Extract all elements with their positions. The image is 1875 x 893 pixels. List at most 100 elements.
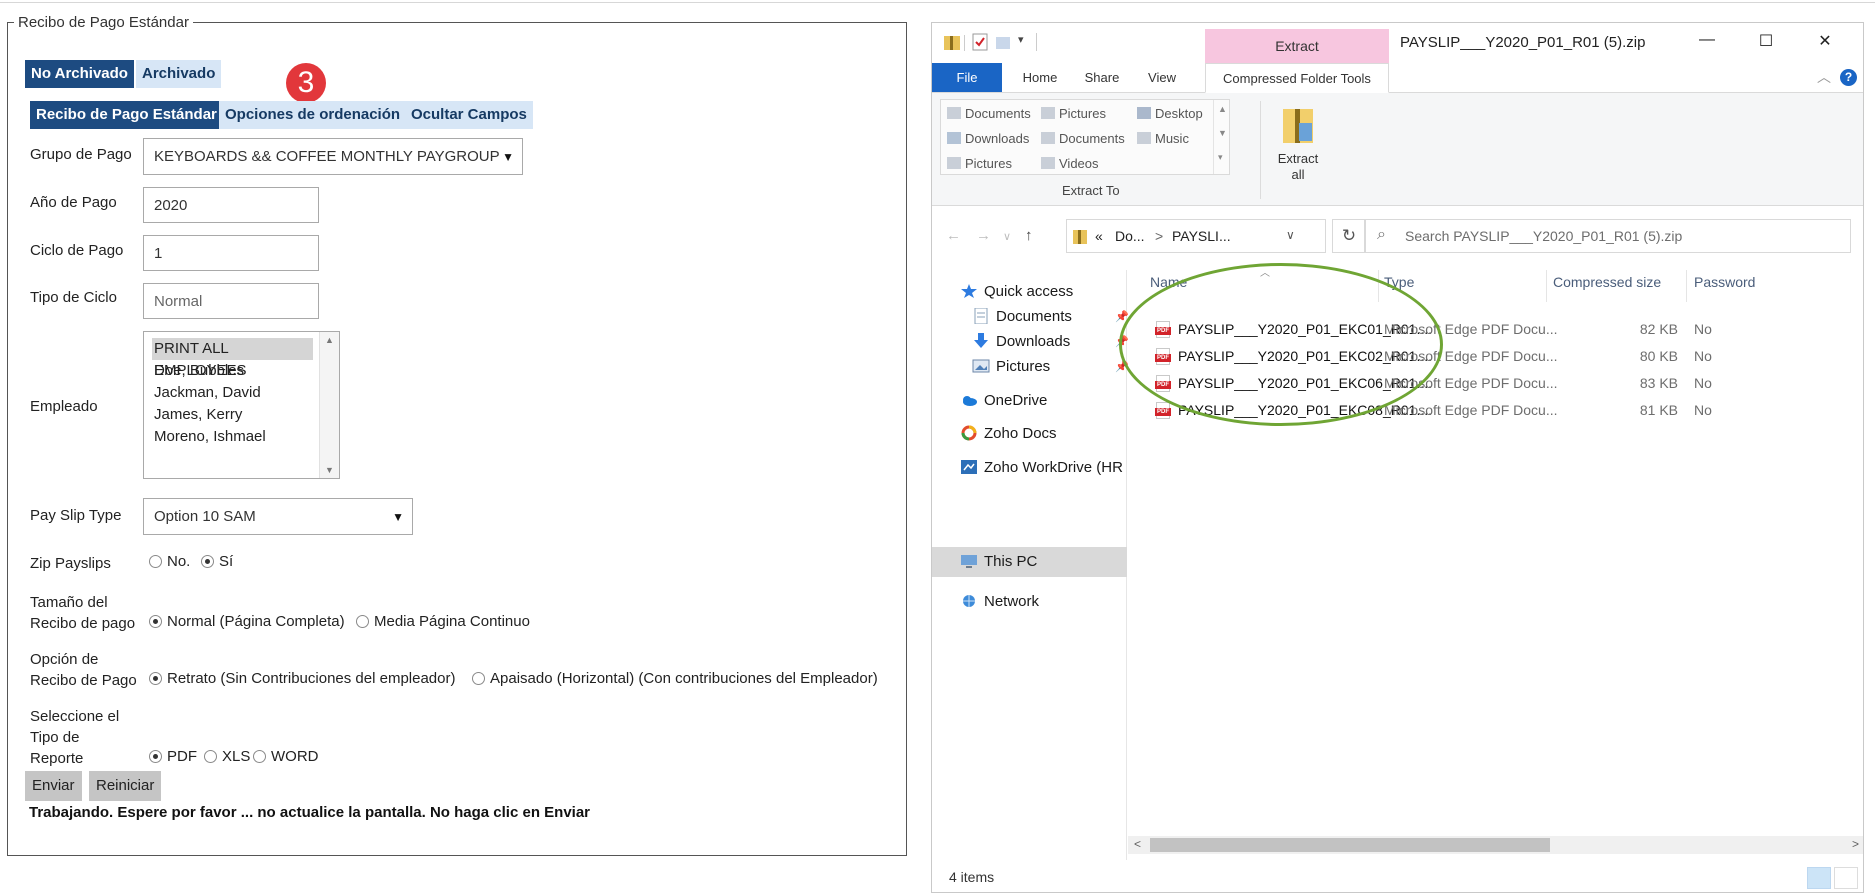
tab-archivado[interactable]: Archivado (136, 60, 222, 88)
file-password: No (1694, 321, 1712, 337)
nav-network[interactable]: Network (960, 590, 1039, 614)
option-landscape-radio[interactable]: Apaisado (Horizontal) (Con contribucione… (472, 670, 878, 687)
tab-ocultar-campos[interactable]: Ocultar Campos (405, 101, 533, 129)
option-portrait-radio[interactable]: Retrato (Sin Contribuciones del empleado… (149, 670, 455, 687)
maximize-icon[interactable]: ☐ (1756, 31, 1776, 51)
payslip-form: Recibo de Pago Estándar No Archivado Arc… (7, 14, 907, 856)
scroll-thumb[interactable] (1150, 838, 1550, 852)
refresh-icon[interactable]: ↻ (1332, 219, 1366, 253)
zip-no-radio[interactable]: No. (149, 553, 190, 570)
report-xls-radio[interactable]: XLS (204, 748, 250, 765)
new-folder-icon[interactable] (995, 33, 1011, 51)
column-password[interactable]: Password (1694, 274, 1755, 290)
download-arrow-icon (972, 333, 990, 349)
collapse-ribbon-icon[interactable]: ︿ (1817, 67, 1831, 87)
pay-year-input[interactable]: 2020 (143, 187, 319, 223)
address-bar[interactable]: « Do... > PAYSLI... ∨ (1066, 219, 1326, 253)
pay-cycle-input[interactable]: 1 (143, 235, 319, 271)
scroll-up-icon: ▲ (325, 335, 334, 345)
nav-quick-access[interactable]: Quick access (960, 280, 1073, 304)
extract-to-gallery: Documents Pictures Desktop Downloads Doc… (940, 99, 1230, 175)
employee-option[interactable]: James, Kerry (152, 404, 313, 426)
cycle-type-input[interactable]: Normal (143, 283, 319, 319)
file-password: No (1694, 348, 1712, 364)
up-arrow-icon[interactable]: ↑ (1025, 227, 1033, 244)
address-overflow[interactable]: « (1095, 228, 1103, 244)
tab-file[interactable]: File (932, 63, 1002, 92)
gallery-item-documents[interactable]: Documents (947, 106, 1031, 121)
tab-compressed-folder-tools[interactable]: Compressed Folder Tools (1205, 63, 1389, 93)
gallery-scrollbar[interactable]: ▲ ▼ ▾ (1213, 100, 1229, 174)
tab-no-archivado[interactable]: No Archivado (25, 60, 134, 88)
radio-icon (472, 672, 485, 685)
large-icons-view-icon[interactable] (1834, 867, 1858, 889)
tab-home[interactable]: Home (1010, 63, 1070, 92)
gallery-item-documents-2[interactable]: Documents (1041, 131, 1125, 146)
gallery-item-desktop[interactable]: Desktop (1137, 106, 1203, 121)
window-title: PAYSLIP___Y2020_P01_R01 (5).zip (1400, 34, 1646, 51)
ribbon-panel: Documents Pictures Desktop Downloads Doc… (932, 93, 1863, 206)
gallery-item-music[interactable]: Music (1137, 131, 1189, 146)
radio-selected-icon (149, 672, 162, 685)
employee-option[interactable]: Moreno, Ishmael (152, 426, 313, 448)
tab-recibo-estandar[interactable]: Recibo de Pago Estándar (30, 101, 223, 129)
submit-button[interactable]: Enviar (25, 771, 82, 801)
file-size: 82 KB (1639, 321, 1678, 337)
gallery-item-pictures[interactable]: Pictures (1041, 106, 1106, 121)
size-half-radio[interactable]: Media Página Continuo (356, 613, 530, 630)
search-placeholder: Search PAYSLIP___Y2020_P01_R01 (5).zip (1405, 228, 1683, 244)
listbox-scrollbar[interactable]: ▲ ▼ (319, 332, 339, 478)
ribbon-tabs: File Home Share View Compressed Folder T… (932, 63, 1863, 93)
report-pdf-radio[interactable]: PDF (149, 748, 197, 765)
horizontal-scrollbar[interactable]: < > (1128, 836, 1863, 854)
forward-arrow-icon[interactable]: → (976, 227, 991, 244)
nav-documents[interactable]: Documents (972, 305, 1072, 329)
nav-pictures[interactable]: Pictures (972, 355, 1050, 379)
tab-share[interactable]: Share (1072, 63, 1132, 92)
extract-context-label: Extract (1275, 38, 1319, 54)
employee-listbox[interactable]: PRINT ALL EMPLOYEES Doe, Bubbles Jackman… (143, 331, 340, 479)
nav-zoho-docs[interactable]: Zoho Docs (960, 422, 1057, 446)
size-normal-radio[interactable]: Normal (Página Completa) (149, 613, 345, 630)
recent-dropdown-icon[interactable]: ∨ (1003, 230, 1011, 243)
gallery-item-videos[interactable]: Videos (1041, 156, 1099, 171)
scroll-right-icon[interactable]: > (1852, 837, 1859, 851)
status-bar: 4 items (932, 863, 1863, 892)
close-icon[interactable]: ✕ (1815, 31, 1835, 51)
gallery-item-downloads[interactable]: Downloads (947, 131, 1029, 146)
payslip-type-select[interactable]: Option 10 SAM ▼ (143, 498, 413, 535)
item-count: 4 items (949, 869, 995, 885)
report-word-radio[interactable]: WORD (253, 748, 319, 765)
scroll-left-icon[interactable]: < (1134, 837, 1141, 851)
pay-group-select[interactable]: KEYBOARDS && COFFEE MONTHLY PAYGROUP ▼ (143, 138, 523, 175)
chevron-down-icon[interactable]: ∨ (1286, 228, 1295, 242)
search-input[interactable]: ⌕ Search PAYSLIP___Y2020_P01_R01 (5).zip (1364, 219, 1851, 253)
gallery-item-pictures-2[interactable]: Pictures (947, 156, 1012, 171)
nav-onedrive[interactable]: OneDrive (960, 389, 1047, 413)
help-icon[interactable]: ? (1840, 69, 1857, 86)
employee-option[interactable]: Doe, Bubbles (152, 360, 313, 382)
zip-payslips-label: Zip Payslips (30, 555, 111, 572)
zip-si-radio[interactable]: Sí (201, 553, 233, 570)
breadcrumb-documents[interactable]: Do... (1115, 228, 1145, 244)
zip-folder-icon (1283, 109, 1313, 143)
extract-all-button[interactable]: Extract all (1268, 103, 1328, 183)
column-compressed-size[interactable]: Compressed size (1553, 274, 1661, 290)
qat-dropdown-icon[interactable]: ▾ (1018, 33, 1024, 46)
nav-zoho-workdrive[interactable]: Zoho WorkDrive (HR (960, 456, 1126, 480)
employee-option[interactable]: PRINT ALL EMPLOYEES (152, 338, 313, 379)
minimize-icon[interactable]: — (1697, 31, 1717, 49)
network-icon (960, 593, 978, 609)
radio-selected-icon (149, 750, 162, 763)
breadcrumb-payslip[interactable]: PAYSLI... (1172, 228, 1231, 244)
properties-icon[interactable] (972, 33, 988, 51)
reset-button[interactable]: Reiniciar (89, 771, 162, 801)
employee-option[interactable]: Jackman, David (152, 382, 313, 404)
nav-downloads[interactable]: Downloads (972, 330, 1070, 354)
details-view-icon[interactable] (1807, 867, 1831, 889)
tab-opciones-ordenacion[interactable]: Opciones de ordenación (219, 101, 407, 129)
nav-this-pc[interactable]: This PC (960, 550, 1037, 574)
report-xls-label: XLS (222, 748, 251, 765)
tab-view[interactable]: View (1132, 63, 1192, 92)
back-arrow-icon[interactable]: ← (946, 227, 961, 244)
